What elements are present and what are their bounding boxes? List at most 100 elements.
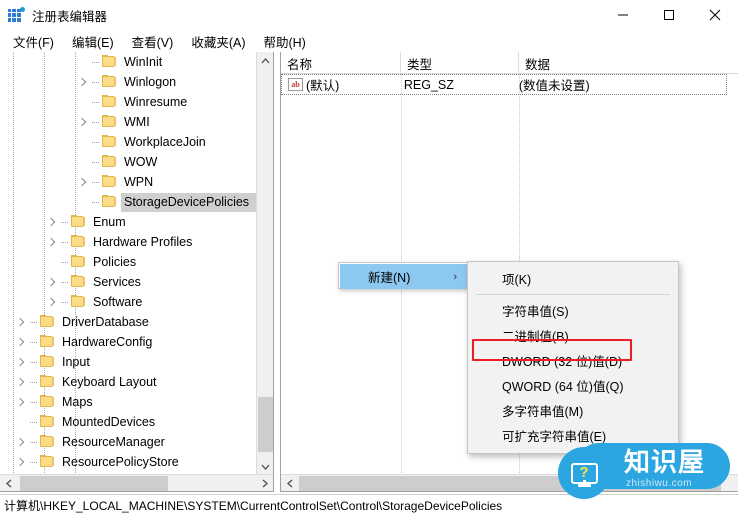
tree-item-mounteddevices[interactable]: MountedDevices <box>0 412 256 432</box>
minimize-button[interactable] <box>600 0 646 30</box>
close-icon <box>709 9 721 21</box>
chevron-right-icon[interactable] <box>75 74 91 90</box>
menu-item-5[interactable]: 多字符串值(M) <box>468 398 678 423</box>
tree-connector <box>29 354 39 370</box>
tree-item-storagedevicepolicies[interactable]: StorageDevicePolicies <box>0 192 256 212</box>
tree-item-label: Software <box>93 294 143 309</box>
menu-item-new[interactable]: 新建(N) › <box>340 264 469 289</box>
tree-item-label: Hardware Profiles <box>93 234 193 249</box>
menu-help[interactable]: 帮助(H) <box>254 30 314 53</box>
value-data-cell: (数值未设置) <box>518 79 590 93</box>
tree-item-enum[interactable]: Enum <box>0 212 256 232</box>
tree-item-maps[interactable]: Maps <box>0 392 256 412</box>
tree-item-label: Winlogon <box>124 74 177 89</box>
menu-item-4[interactable]: QWORD (64 位)值(Q) <box>468 373 678 398</box>
tree-item-label: ResourcePolicyStore <box>62 454 179 469</box>
tree-item-wmi[interactable]: WMI <box>0 112 256 132</box>
column-header-name[interactable]: 名称 <box>281 52 401 74</box>
tree-item-driverdatabase[interactable]: DriverDatabase <box>0 312 256 332</box>
tree-connector <box>29 334 39 350</box>
menu-bar: 文件(F) 编辑(E) 查看(V) 收藏夹(A) 帮助(H) <box>0 30 738 52</box>
tree-item-label: Policies <box>93 254 137 269</box>
folder-icon <box>101 195 117 209</box>
menu-item-3[interactable]: DWORD (32 位)值(D) <box>468 348 678 373</box>
tree-item-software[interactable]: Software <box>0 292 256 312</box>
table-row[interactable]: ab (默认) REG_SZ (数值未设置) <box>281 74 727 95</box>
tree-connector <box>60 274 70 290</box>
tree-connector <box>91 194 101 210</box>
chevron-right-icon[interactable] <box>44 294 60 310</box>
chevron-right-icon[interactable] <box>44 234 60 250</box>
tree-item-wininit[interactable]: WinInit <box>0 52 256 72</box>
chevron-right-icon[interactable] <box>13 374 29 390</box>
column-header-type[interactable]: 类型 <box>401 52 519 74</box>
chevron-right-icon[interactable] <box>44 214 60 230</box>
scroll-up-button[interactable] <box>257 52 273 69</box>
chevron-right-icon[interactable] <box>13 314 29 330</box>
scroll-left-button[interactable] <box>281 475 298 491</box>
tree-item-winlogon[interactable]: Winlogon <box>0 72 256 92</box>
folder-icon <box>101 115 117 129</box>
menu-favorites[interactable]: 收藏夹(A) <box>182 30 254 53</box>
tree-item-input[interactable]: Input <box>0 352 256 372</box>
tree-item-policies[interactable]: Policies <box>0 252 256 272</box>
tree-item-label: Winresume <box>124 94 188 109</box>
menu-view[interactable]: 查看(V) <box>123 30 183 53</box>
tree-item-hardwareconfig[interactable]: HardwareConfig <box>0 332 256 352</box>
menu-item-1[interactable]: 字符串值(S) <box>468 298 678 323</box>
tree-item-label: StorageDevicePolicies <box>121 192 256 212</box>
tree-hscroll-thumb[interactable] <box>20 476 168 491</box>
folder-icon <box>101 135 117 149</box>
menu-item-6[interactable]: 可扩充字符串值(E) <box>468 423 678 448</box>
tree-connector <box>91 174 101 190</box>
tree-item-label: Enum <box>93 214 126 229</box>
menu-item-0[interactable]: 项(K) <box>468 266 678 291</box>
chevron-right-icon[interactable] <box>44 274 60 290</box>
context-menu-new: 新建(N) › <box>338 262 469 289</box>
column-header-data[interactable]: 数据 <box>519 52 738 74</box>
tree-item-resourcepolicystore[interactable]: ResourcePolicyStore <box>0 452 256 472</box>
tree-connector <box>29 414 39 430</box>
chevron-right-icon[interactable] <box>13 434 29 450</box>
folder-icon <box>70 255 86 269</box>
chevron-right-icon[interactable] <box>13 334 29 350</box>
scroll-right-button[interactable] <box>256 475 273 491</box>
maximize-button[interactable] <box>646 0 692 30</box>
tree-connector <box>29 314 39 330</box>
tree-item-label: Maps <box>62 394 93 409</box>
tree-item-resourcemanager[interactable]: ResourceManager <box>0 432 256 452</box>
registry-tree-pane[interactable]: WinInit Winlogon Winresume WMI WorkplaceJoin… <box>0 52 274 492</box>
scroll-down-button[interactable] <box>257 458 273 475</box>
tree-item-hardware-profiles[interactable]: Hardware Profiles <box>0 232 256 252</box>
tree-item-wow[interactable]: WOW <box>0 152 256 172</box>
scroll-left-button[interactable] <box>0 475 17 491</box>
tree-connector <box>29 454 39 470</box>
tree-item-winresume[interactable]: Winresume <box>0 92 256 112</box>
folder-icon <box>39 395 55 409</box>
chevron-right-icon[interactable] <box>75 174 91 190</box>
menu-item-2[interactable]: 二进制值(B) <box>468 323 678 348</box>
chevron-right-icon[interactable] <box>75 114 91 130</box>
chevron-right-icon[interactable] <box>13 454 29 470</box>
tree-item-keyboard-layout[interactable]: Keyboard Layout <box>0 372 256 392</box>
tree-connector <box>60 294 70 310</box>
tree-item-wpn[interactable]: WPN <box>0 172 256 192</box>
chevron-right-icon[interactable] <box>13 354 29 370</box>
tree-vertical-scrollbar[interactable] <box>256 52 273 475</box>
close-button[interactable] <box>692 0 738 30</box>
tree-scroll-thumb[interactable] <box>258 397 273 452</box>
tree-horizontal-scrollbar[interactable] <box>0 474 273 491</box>
menu-edit[interactable]: 编辑(E) <box>63 30 123 53</box>
chevron-right-icon[interactable] <box>13 394 29 410</box>
value-name-text: (默认) <box>306 79 340 93</box>
menu-file[interactable]: 文件(F) <box>4 30 63 53</box>
tree-item-workplacejoin[interactable]: WorkplaceJoin <box>0 132 256 152</box>
values-list: ab (默认) REG_SZ (数值未设置) <box>281 74 738 95</box>
values-horizontal-scrollbar[interactable] <box>281 474 738 491</box>
tree-item-services[interactable]: Services <box>0 272 256 292</box>
values-hscroll-thumb[interactable] <box>299 476 721 491</box>
